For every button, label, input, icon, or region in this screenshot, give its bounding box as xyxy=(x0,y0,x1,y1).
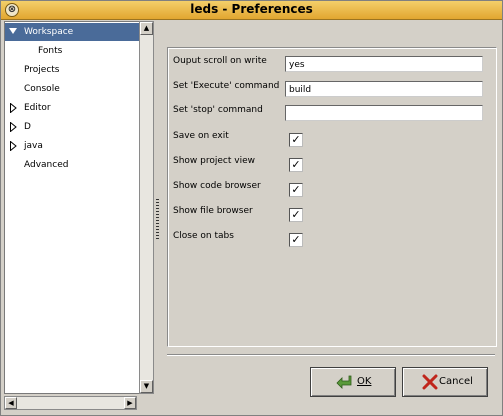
tree-item-workspace[interactable]: Workspace xyxy=(5,23,139,41)
scroll-up-arrow-icon[interactable]: ▲ xyxy=(140,22,153,35)
execute-command-field[interactable]: build xyxy=(285,81,483,97)
expanded-arrow-icon[interactable] xyxy=(9,28,17,38)
tree-horizontal-scrollbar[interactable]: ◀ ▶ xyxy=(4,396,137,410)
tree-item-label: Workspace xyxy=(24,27,74,37)
show-file-browser-label: Show file browser xyxy=(173,206,253,216)
scroll-right-arrow-icon[interactable]: ▶ xyxy=(124,397,136,409)
ok-label-text: OK xyxy=(357,376,372,387)
ok-button[interactable]: OK xyxy=(310,367,396,397)
tree-item-label: java xyxy=(24,141,43,151)
collapsed-arrow-icon[interactable] xyxy=(10,103,18,113)
stop-command-field[interactable] xyxy=(285,105,483,121)
tree-item-label: Console xyxy=(24,84,60,94)
save-on-exit-label: Save on exit xyxy=(173,131,229,141)
green-arrow-icon xyxy=(336,375,352,389)
show-code-browser-label: Show code browser xyxy=(173,181,261,191)
show-file-browser-checkbox[interactable]: ✓ xyxy=(289,208,303,222)
tree-item-label: D xyxy=(24,122,31,132)
tree-item-label: Projects xyxy=(24,65,60,75)
tree-item-label: Advanced xyxy=(24,160,69,170)
checkmark-icon: ✓ xyxy=(291,158,301,171)
tree-item-d[interactable]: D xyxy=(5,118,139,136)
tree-item-label: Fonts xyxy=(38,46,63,56)
tree-item-label: Editor xyxy=(24,103,51,113)
checkmark-icon: ✓ xyxy=(291,208,301,221)
checkmark-icon: ✓ xyxy=(291,233,301,246)
output-scroll-field[interactable]: yes xyxy=(285,56,483,72)
tree-item-projects[interactable]: Projects xyxy=(5,61,139,79)
button-separator xyxy=(167,354,495,356)
window-title: leds - Preferences xyxy=(190,2,313,16)
close-on-tabs-checkbox[interactable]: ✓ xyxy=(289,233,303,247)
cancel-button-label: Cancel xyxy=(439,376,473,387)
tree-item-advanced[interactable]: Advanced xyxy=(5,156,139,174)
collapsed-arrow-icon[interactable] xyxy=(10,122,18,132)
splitter-grip[interactable] xyxy=(156,199,159,239)
save-on-exit-checkbox[interactable]: ✓ xyxy=(289,133,303,147)
show-project-view-label: Show project view xyxy=(173,156,255,166)
checkmark-icon: ✓ xyxy=(291,183,301,196)
tree-item-console[interactable]: Console xyxy=(5,80,139,98)
tree-item-fonts[interactable]: Fonts xyxy=(5,42,139,60)
scroll-down-arrow-icon[interactable]: ▼ xyxy=(140,380,153,393)
show-project-view-checkbox[interactable]: ✓ xyxy=(289,158,303,172)
ok-button-label: OK xyxy=(357,376,371,387)
stop-command-label: Set 'stop' command xyxy=(173,105,263,115)
tree-item-editor[interactable]: Editor xyxy=(5,99,139,117)
show-code-browser-checkbox[interactable]: ✓ xyxy=(289,183,303,197)
red-x-icon xyxy=(422,374,438,390)
preferences-tree: Workspace Fonts Projects Console Editor … xyxy=(4,21,140,394)
execute-command-label: Set 'Execute' command xyxy=(173,81,280,91)
tree-item-java[interactable]: java xyxy=(5,137,139,155)
checkmark-icon: ✓ xyxy=(291,133,301,146)
tree-vertical-scrollbar[interactable]: ▲ ▼ xyxy=(139,21,154,394)
scroll-left-arrow-icon[interactable]: ◀ xyxy=(5,397,17,409)
cancel-button[interactable]: Cancel xyxy=(402,367,488,397)
output-scroll-label: Ouput scroll on write xyxy=(173,56,267,66)
title-bar[interactable]: ⊗ leds - Preferences xyxy=(1,1,502,20)
collapsed-arrow-icon[interactable] xyxy=(10,141,18,151)
close-on-tabs-label: Close on tabs xyxy=(173,231,234,241)
preferences-window: ⊗ leds - Preferences Workspace Fonts Pro… xyxy=(0,0,503,416)
